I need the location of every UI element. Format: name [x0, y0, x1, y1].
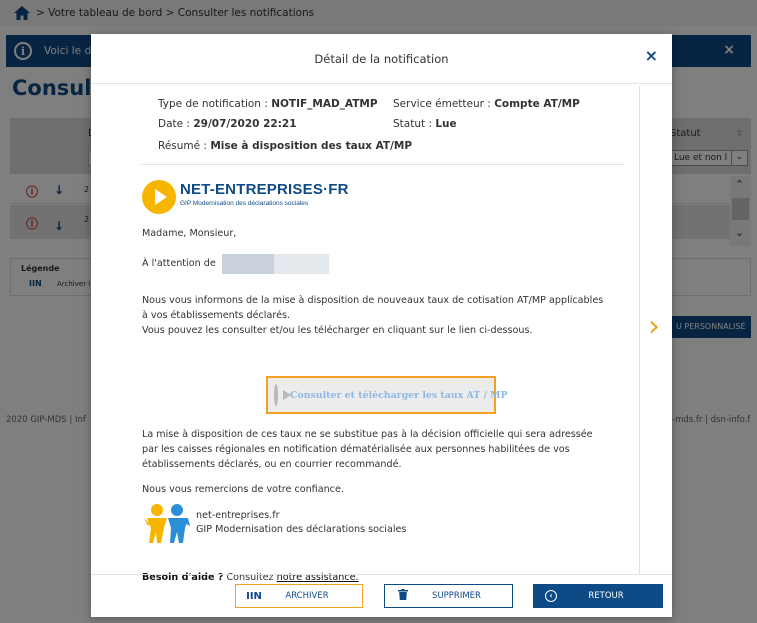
- paragraph-line: à vos établissements déclarés.: [142, 310, 291, 321]
- archive-button-label: ARCHIVER: [285, 591, 329, 601]
- paragraph-line: La mise à disposition de ces taux ne se …: [142, 429, 593, 440]
- meta-service: Service émetteur : Compte AT/MP: [393, 98, 580, 110]
- play-logo-icon: [142, 180, 176, 214]
- delete-button[interactable]: SUPPRIMER: [384, 584, 513, 608]
- meta-date-value: 29/07/2020 22:21: [193, 118, 297, 130]
- play-icon: [274, 384, 291, 406]
- attention-line: À l'attention de: [142, 258, 216, 269]
- meta-resume: Résumé : Mise à disposition des taux AT/…: [158, 140, 412, 152]
- archive-icon: IIN: [246, 590, 262, 602]
- next-notification-panel[interactable]: ›: [639, 86, 672, 574]
- meta-type-value: NOTIF_MAD_ATMP: [271, 98, 378, 110]
- back-icon: ‹: [533, 590, 569, 602]
- paragraph-line: Vous pouvez les consulter et/ou les télé…: [142, 325, 533, 336]
- meta-date: Date : 29/07/2020 22:21: [158, 118, 297, 130]
- meta-service-value: Compte AT/MP: [494, 98, 580, 110]
- meta-type-label: Type de notification :: [158, 98, 268, 110]
- meta-statut-label: Statut :: [393, 118, 432, 130]
- paragraph-line: Nous vous informons de la mise à disposi…: [142, 295, 604, 306]
- thanks-line: Nous vous remercions de votre confiance.: [142, 484, 344, 495]
- meta-statut: Statut : Lue: [393, 118, 457, 130]
- archive-button[interactable]: IIN ARCHIVER: [235, 584, 363, 608]
- back-button[interactable]: ‹ RETOUR: [533, 584, 663, 608]
- delete-button-label: SUPPRIMER: [432, 591, 481, 601]
- meta-type: Type de notification : NOTIF_MAD_ATMP: [158, 98, 378, 110]
- meta-service-label: Service émetteur :: [393, 98, 491, 110]
- trash-icon: [385, 589, 421, 603]
- meta-statut-value: Lue: [435, 118, 457, 130]
- meta-date-label: Date :: [158, 118, 190, 130]
- consult-rates-button[interactable]: Consulter et télécharger les taux AT / M…: [266, 376, 508, 414]
- logo-brand: NET-ENTREPRISES·FR: [180, 181, 349, 198]
- redacted-name: [222, 254, 329, 274]
- meta-resume-value: Mise à disposition des taux AT/MP: [210, 140, 413, 152]
- consult-rates-button-inner: Consulter et télécharger les taux AT / M…: [268, 378, 508, 412]
- back-button-label: RETOUR: [588, 591, 624, 601]
- signature-org: GIP Modernisation des déclarations socia…: [196, 524, 407, 535]
- paragraph-line: par les caisses régionales en notificati…: [142, 444, 570, 455]
- signature: net-entreprises.fr GIP Modernisation des…: [142, 502, 442, 544]
- mascot-figures-icon: [144, 504, 190, 543]
- modal-title: Détail de la notification: [314, 52, 449, 66]
- chevron-right-icon[interactable]: ›: [648, 312, 660, 342]
- consult-rates-label: Consulter et télécharger les taux AT / M…: [290, 389, 508, 401]
- close-icon[interactable]: ×: [645, 46, 658, 65]
- modal-header: Détail de la notification ×: [91, 34, 672, 84]
- notification-detail-modal: Détail de la notification × › Type de no…: [91, 34, 672, 617]
- divider: [141, 164, 625, 165]
- paragraph-line: établissements déclarés, ou en courrier …: [142, 459, 402, 470]
- signature-site: net-entreprises.fr: [196, 510, 280, 521]
- greeting: Madame, Monsieur,: [142, 228, 237, 239]
- meta-resume-label: Résumé :: [158, 140, 207, 152]
- logo-tagline: GIP Modernisation des déclarations socia…: [180, 200, 309, 207]
- divider: [91, 574, 672, 575]
- net-entreprises-logo: NET-ENTREPRISES·FR GIP Modernisation des…: [142, 180, 362, 214]
